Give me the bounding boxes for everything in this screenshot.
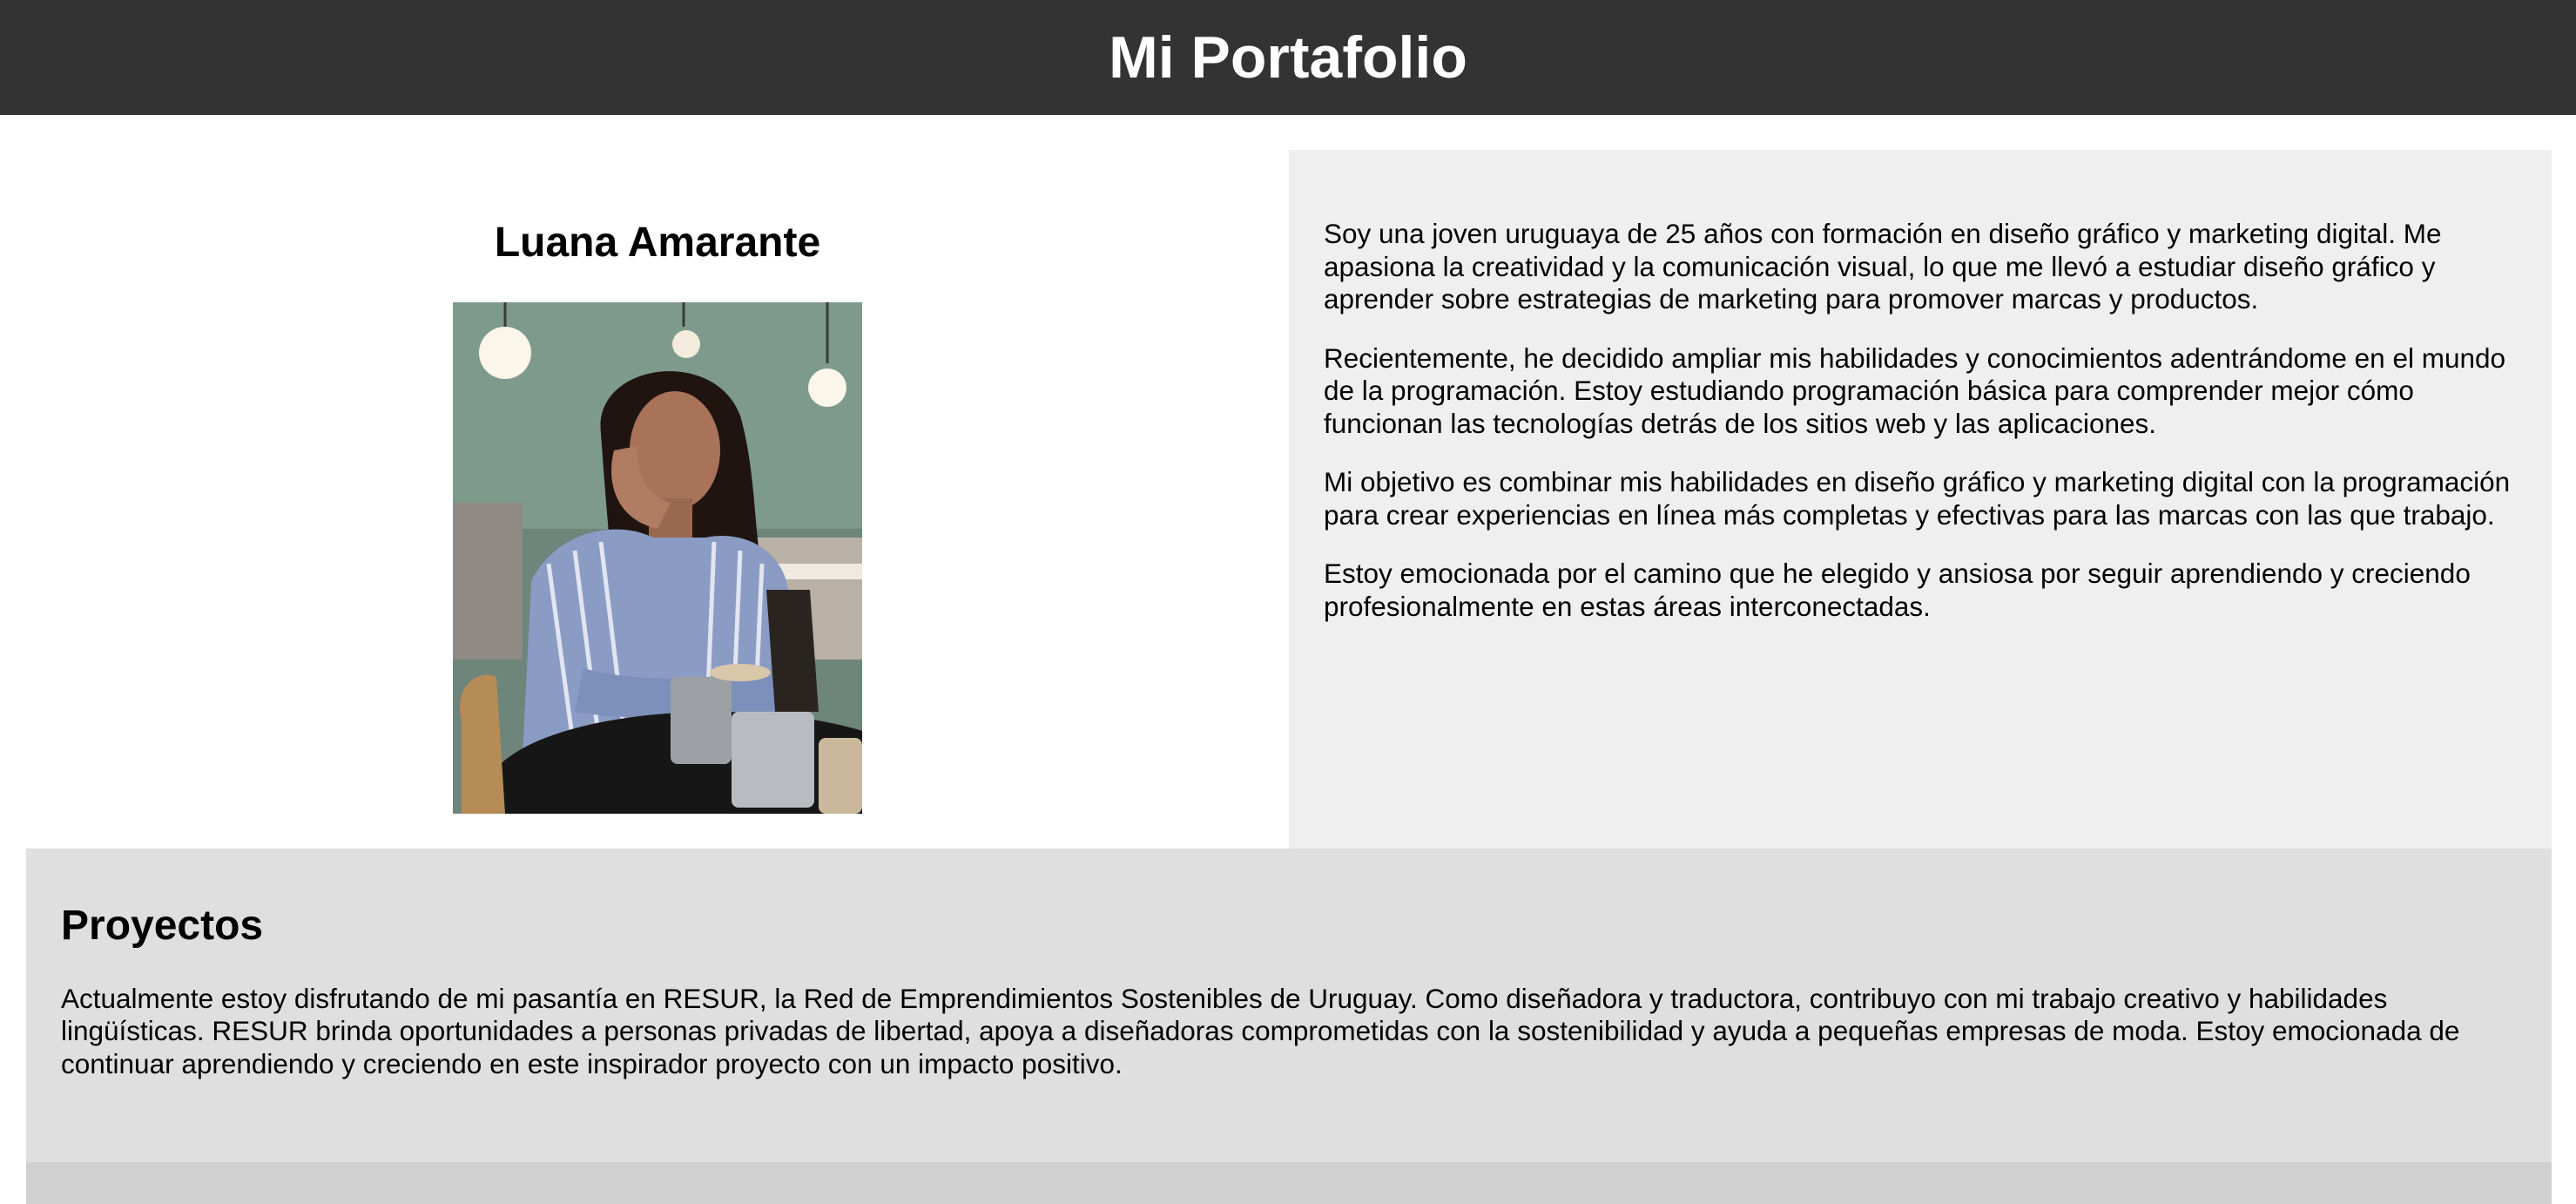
profile-photo-illustration [453,302,862,814]
about-section: Soy una joven uruguaya de 25 años con fo… [1289,150,2552,849]
profile-photo [453,302,862,814]
about-paragraph: Recientemente, he decidido ampliar mis h… [1324,342,2506,439]
about-paragraph: Mi objetivo es combinar mis habilidades … [1324,466,2511,531]
profile-section: Luana Amarante [26,150,1289,849]
about-paragraph: Estoy emocionada por el camino que he el… [1324,558,2471,622]
site-title: Mi Portafolio [1109,24,1467,91]
about-paragraph: Soy una joven uruguaya de 25 años con fo… [1324,218,2442,315]
projects-section: Proyectos Actualmente estoy disfrutando … [26,849,2552,1162]
profile-name: Luana Amarante [494,220,821,266]
next-section-edge [26,1162,2552,1204]
projects-text: Actualmente estoy disfrutando de mi pasa… [61,982,2460,1079]
site-header: Mi Portafolio [0,0,2576,115]
projects-title: Proyectos [61,903,264,949]
